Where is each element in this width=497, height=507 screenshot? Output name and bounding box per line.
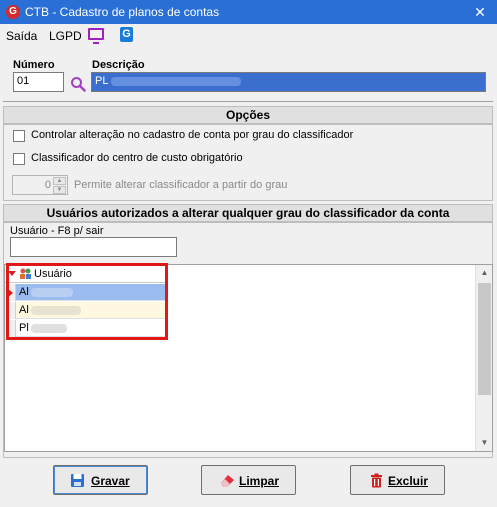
spin-up-icon[interactable]: ▲ [53,177,66,185]
scroll-thumb[interactable] [478,283,491,395]
trash-icon [371,473,382,488]
divider [3,101,493,102]
descricao-field[interactable]: PL [91,72,486,92]
classificador-obrigatorio-label: Classificador do centro de custo obrigat… [31,152,243,164]
usuario-filter-input[interactable] [10,237,177,257]
scroll-down-icon[interactable]: ▼ [479,437,490,449]
controlar-alteracao-checkbox[interactable] [13,130,25,142]
usuarios-header: Usuários autorizados a alterar qualquer … [3,204,493,222]
menu-lgpd[interactable]: LGPD [49,29,82,43]
save-icon [71,474,84,487]
usuario-filter-label: Usuário - F8 p/ sair [10,225,104,237]
gravar-label: Gravar [91,474,130,488]
spin-down-icon[interactable]: ▼ [53,186,66,194]
menu-bar: Saída LGPD G [0,24,497,46]
numero-label: Número [13,59,55,71]
vertical-scrollbar[interactable]: ▲ ▼ [475,265,492,451]
numero-field[interactable]: 01 [13,72,64,92]
grau-label: Permite alterar classificador a partir d… [74,179,288,191]
excluir-button[interactable]: Excluir [350,465,445,495]
descricao-label: Descrição [92,59,145,71]
descricao-value: PL [95,75,109,87]
scroll-up-icon[interactable]: ▲ [479,267,490,279]
search-icon[interactable] [70,76,86,92]
limpar-label: Limpar [239,474,280,488]
menu-saida[interactable]: Saída [6,29,37,43]
numero-value: 01 [17,75,30,87]
eraser-icon [221,475,234,487]
close-button[interactable]: ✕ [463,0,497,24]
grau-spinner[interactable]: 0 ▲ ▼ [12,175,68,195]
app-logo-icon: G [6,5,20,19]
title-bar: G CTB - Cadastro de planos de contas ✕ [0,0,497,24]
limpar-button[interactable]: Limpar [201,465,296,495]
redacted-text [111,76,242,86]
opcoes-header: Opções [3,106,493,124]
window-title: CTB - Cadastro de planos de contas [25,5,220,19]
classificador-obrigatorio-checkbox[interactable] [13,153,25,165]
grau-value: 0 [44,179,51,191]
gravar-button[interactable]: Gravar [53,465,148,495]
g-logo-icon[interactable]: G [120,27,133,42]
controlar-alteracao-label: Controlar alteração no cadastro de conta… [31,129,354,141]
excluir-label: Excluir [388,474,429,488]
monitor-icon[interactable] [88,28,104,44]
highlight-annotation [6,263,168,340]
